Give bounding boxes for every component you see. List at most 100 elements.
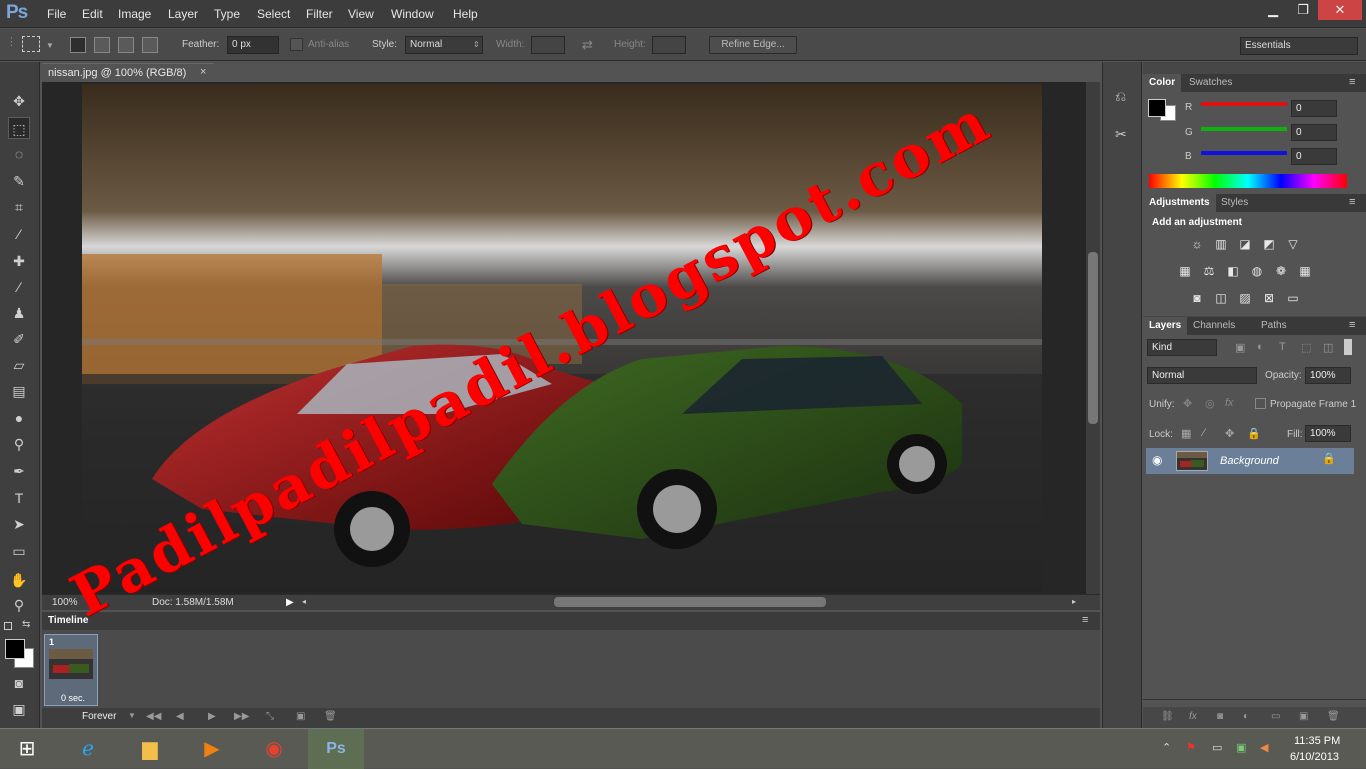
refine-edge-button[interactable]: Refine Edge... — [709, 36, 797, 54]
network-icon[interactable]: ▣ — [1236, 741, 1246, 754]
clock-time[interactable]: 11:35 PM — [1294, 735, 1340, 747]
horizontal-scroll-thumb[interactable] — [554, 597, 826, 607]
new-group-icon[interactable]: ▭ — [1271, 711, 1280, 722]
lock-pixels-icon[interactable]: ∕ — [1203, 427, 1205, 439]
layer-row[interactable]: ◉ Background 🔒 — [1146, 448, 1354, 474]
propagate-checkbox[interactable] — [1255, 398, 1266, 409]
panel-menu-icon[interactable]: ≡ — [1349, 196, 1355, 208]
close-button[interactable]: ✕ — [1318, 0, 1362, 20]
menu-filter[interactable]: Filter — [306, 7, 333, 21]
next-frame-icon[interactable]: ▶▶ — [234, 711, 249, 722]
status-menu-icon[interactable]: ▶ — [286, 597, 294, 608]
close-tab-icon[interactable]: × — [200, 66, 206, 78]
swap-icon[interactable]: ⇄ — [582, 37, 593, 53]
shape-filter-icon[interactable]: ⬚ — [1301, 341, 1311, 354]
zoom-level[interactable]: 100% — [52, 597, 78, 608]
lock-all-icon[interactable]: 🔒 — [1247, 427, 1261, 440]
layer-style-icon[interactable]: fx — [1189, 711, 1197, 722]
first-frame-icon[interactable]: ◀◀ — [146, 711, 161, 722]
photo-filter-icon[interactable]: ◍ — [1249, 264, 1265, 278]
menu-select[interactable]: Select — [257, 7, 290, 21]
height-input[interactable] — [652, 36, 686, 54]
tab-layers[interactable]: Layers — [1143, 317, 1188, 335]
file-explorer-icon[interactable]: ▆ — [122, 729, 178, 769]
new-selection-icon[interactable] — [70, 37, 86, 53]
tray-chevron-icon[interactable]: ⌃ — [1162, 741, 1171, 754]
menu-window[interactable]: Window — [391, 7, 434, 21]
lasso-tool-icon[interactable]: ◌ — [8, 143, 30, 165]
chrome-icon[interactable]: ◉ — [246, 729, 302, 769]
blue-value[interactable]: 0 — [1291, 148, 1337, 165]
new-layer-icon[interactable]: ▣ — [1299, 711, 1308, 722]
tab-swatches[interactable]: Swatches — [1183, 74, 1238, 92]
quick-mask-icon[interactable]: ◙ — [8, 672, 30, 694]
menu-help[interactable]: Help — [453, 7, 478, 21]
workspace-select[interactable]: Essentials — [1240, 37, 1358, 55]
shape-tool-icon[interactable]: ▭ — [8, 540, 30, 562]
brush-presets-icon[interactable]: ✂ — [1115, 126, 1127, 143]
panel-menu-icon[interactable]: ≡ — [1349, 319, 1355, 331]
quick-select-tool-icon[interactable]: ✎ — [8, 170, 30, 192]
unify-style-icon[interactable]: fx — [1225, 397, 1234, 409]
gradient-tool-icon[interactable]: ▤ — [8, 380, 30, 402]
hue-saturation-icon[interactable]: ▦ — [1177, 264, 1193, 278]
tab-color[interactable]: Color — [1143, 74, 1182, 92]
document-tab[interactable]: nissan.jpg @ 100% (RGB/8) — [42, 63, 214, 82]
type-tool-icon[interactable]: T — [8, 487, 30, 509]
hand-tool-icon[interactable]: ✋ — [8, 569, 30, 591]
blue-slider[interactable] — [1201, 151, 1287, 155]
width-input[interactable] — [531, 36, 565, 54]
green-slider[interactable] — [1201, 127, 1287, 131]
threshold-icon[interactable]: ▨ — [1237, 291, 1253, 305]
vertical-scroll-thumb[interactable] — [1088, 252, 1098, 424]
smart-object-filter-icon[interactable]: ◫ — [1323, 341, 1333, 354]
history-icon[interactable]: ⎌ — [1115, 88, 1126, 105]
zoom-tool-icon[interactable]: ⚲ — [8, 594, 30, 616]
default-colors-icon[interactable] — [4, 622, 12, 630]
adjustment-filter-icon[interactable]: ◐ — [1257, 341, 1264, 353]
style-select[interactable]: Normal — [405, 36, 483, 54]
posterize-icon[interactable]: ◫ — [1213, 291, 1229, 305]
image-filter-icon[interactable]: ▣ — [1235, 341, 1245, 354]
filter-toggle[interactable] — [1344, 339, 1352, 355]
marquee-preset-icon[interactable] — [22, 36, 40, 52]
type-filter-icon[interactable]: T — [1279, 341, 1286, 353]
antialias-checkbox[interactable] — [290, 38, 303, 51]
lock-position-icon[interactable]: ✥ — [1225, 427, 1234, 440]
lock-transparency-icon[interactable]: ▦ — [1181, 427, 1191, 440]
healing-brush-tool-icon[interactable]: ✚ — [8, 250, 30, 272]
new-adjustment-icon[interactable]: ◐ — [1243, 711, 1249, 722]
photoshop-taskbar-button[interactable]: Ps — [308, 729, 364, 769]
minimize-button[interactable]: ▁ — [1256, 0, 1290, 20]
menu-edit[interactable]: Edit — [82, 7, 103, 21]
clone-stamp-tool-icon[interactable]: ♟ — [8, 302, 30, 324]
red-value[interactable]: 0 — [1291, 100, 1337, 117]
foreground-color-swatch[interactable] — [1148, 99, 1166, 117]
eyedropper-tool-icon[interactable]: ⁄ — [8, 223, 30, 245]
swap-colors-icon[interactable]: ⇆ — [22, 619, 30, 630]
move-tool-icon[interactable]: ✥ — [8, 90, 30, 112]
add-selection-icon[interactable] — [94, 37, 110, 53]
unify-visibility-icon[interactable]: ◎ — [1205, 397, 1215, 410]
panel-menu-icon[interactable]: ≡ — [1349, 76, 1355, 88]
opacity-input[interactable]: 100% — [1305, 367, 1351, 384]
history-brush-tool-icon[interactable]: ✐ — [8, 328, 30, 350]
previous-frame-icon[interactable]: ◀ — [176, 711, 184, 722]
layer-filter-select[interactable]: Kind — [1147, 339, 1217, 356]
blur-tool-icon[interactable]: ● — [8, 407, 30, 429]
panel-menu-icon[interactable]: ≡ — [1082, 614, 1088, 626]
media-player-icon[interactable]: ▶ — [184, 729, 240, 769]
green-value[interactable]: 0 — [1291, 124, 1337, 141]
animation-frame[interactable]: 1 0 sec. — [44, 634, 98, 706]
vibrance-icon[interactable]: ▽ — [1285, 237, 1301, 251]
unify-position-icon[interactable]: ✥ — [1183, 397, 1192, 410]
menu-image[interactable]: Image — [118, 7, 151, 21]
internet-explorer-icon[interactable]: ℯ — [60, 729, 116, 769]
intersect-selection-icon[interactable] — [142, 37, 158, 53]
chevron-down-icon[interactable]: ▼ — [46, 41, 54, 50]
pen-tool-icon[interactable]: ✒ — [8, 460, 30, 482]
invert-icon[interactable]: ◙ — [1189, 291, 1205, 305]
screen-mode-icon[interactable]: ▣ — [8, 698, 30, 720]
dodge-tool-icon[interactable]: ⚲ — [8, 433, 30, 455]
red-slider[interactable] — [1201, 102, 1287, 106]
